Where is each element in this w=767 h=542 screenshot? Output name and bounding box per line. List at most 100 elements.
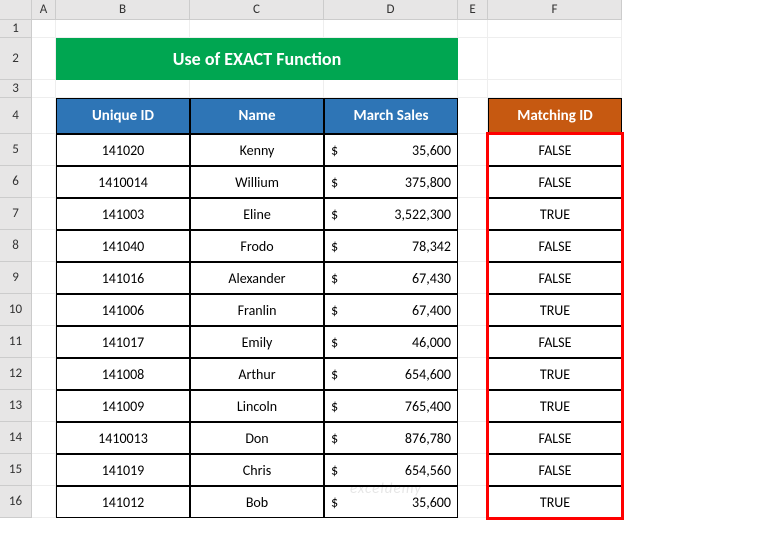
data-cell-match[interactable]: TRUE [488,294,622,326]
data-cell-sales[interactable]: $67,430 [324,262,458,294]
data-cell-name[interactable]: Lincoln [190,390,324,422]
empty-cell[interactable] [458,134,488,166]
data-cell-name[interactable]: Franlin [190,294,324,326]
data-cell-match[interactable]: FALSE [488,422,622,454]
empty-cell[interactable] [32,486,56,518]
data-cell-id[interactable]: 141040 [56,230,190,262]
data-cell-match[interactable]: FALSE [488,230,622,262]
empty-cell[interactable] [324,20,458,38]
empty-cell[interactable] [190,20,324,38]
data-cell-match[interactable]: FALSE [488,166,622,198]
data-cell-sales[interactable]: $67,400 [324,294,458,326]
row-header[interactable]: 15 [0,454,32,486]
empty-cell[interactable] [32,454,56,486]
row-header[interactable]: 6 [0,166,32,198]
data-cell-sales[interactable]: $654,560 [324,454,458,486]
data-cell-id[interactable]: 141003 [56,198,190,230]
data-cell-id[interactable]: 141012 [56,486,190,518]
data-cell-name[interactable]: Alexander [190,262,324,294]
row-header[interactable]: 14 [0,422,32,454]
data-cell-name[interactable]: Chris [190,454,324,486]
data-cell-id[interactable]: 141016 [56,262,190,294]
data-cell-name[interactable]: Bob [190,486,324,518]
data-cell-sales[interactable]: $35,600 [324,134,458,166]
header-march-sales[interactable]: March Sales [324,98,458,134]
empty-cell[interactable] [32,294,56,326]
empty-cell[interactable] [32,262,56,294]
empty-cell[interactable] [458,358,488,390]
data-cell-id[interactable]: 141020 [56,134,190,166]
data-cell-sales[interactable]: $876,780 [324,422,458,454]
data-cell-sales[interactable]: $78,342 [324,230,458,262]
data-cell-match[interactable]: FALSE [488,326,622,358]
data-cell-id[interactable]: 141006 [56,294,190,326]
col-header[interactable]: D [324,0,458,20]
row-header[interactable]: 3 [0,80,32,98]
empty-cell[interactable] [458,230,488,262]
empty-cell[interactable] [32,358,56,390]
empty-cell[interactable] [458,198,488,230]
empty-cell[interactable] [458,262,488,294]
row-header[interactable]: 10 [0,294,32,326]
col-header[interactable]: A [32,0,56,20]
empty-cell[interactable] [32,38,56,80]
data-cell-name[interactable]: Arthur [190,358,324,390]
empty-cell[interactable] [458,454,488,486]
row-header[interactable]: 7 [0,198,32,230]
row-header[interactable]: 11 [0,326,32,358]
empty-cell[interactable] [32,134,56,166]
data-cell-sales[interactable]: $35,600 [324,486,458,518]
row-header[interactable]: 4 [0,98,32,134]
empty-cell[interactable] [458,422,488,454]
data-cell-match[interactable]: TRUE [488,358,622,390]
empty-cell[interactable] [32,80,56,98]
row-header[interactable]: 8 [0,230,32,262]
data-cell-name[interactable]: Frodo [190,230,324,262]
data-cell-id[interactable]: 141008 [56,358,190,390]
empty-cell[interactable] [56,20,190,38]
data-cell-name[interactable]: Eline [190,198,324,230]
empty-cell[interactable] [488,20,622,38]
row-header[interactable]: 2 [0,38,32,80]
empty-cell[interactable] [488,80,622,98]
row-header[interactable]: 5 [0,134,32,166]
data-cell-match[interactable]: TRUE [488,198,622,230]
data-cell-name[interactable]: Emily [190,326,324,358]
data-cell-sales[interactable]: $765,400 [324,390,458,422]
header-unique-id[interactable]: Unique ID [56,98,190,134]
data-cell-sales[interactable]: $3,522,300 [324,198,458,230]
data-cell-id[interactable]: 141019 [56,454,190,486]
col-header[interactable]: E [458,0,488,20]
empty-cell[interactable] [458,166,488,198]
data-cell-name[interactable]: Kenny [190,134,324,166]
empty-cell[interactable] [324,80,458,98]
empty-cell[interactable] [32,198,56,230]
data-cell-name[interactable]: Willium [190,166,324,198]
data-cell-id[interactable]: 1410014 [56,166,190,198]
col-header[interactable]: F [488,0,622,20]
data-cell-sales[interactable]: $46,000 [324,326,458,358]
data-cell-id[interactable]: 1410013 [56,422,190,454]
data-cell-match[interactable]: FALSE [488,262,622,294]
empty-cell[interactable] [458,294,488,326]
empty-cell[interactable] [458,98,488,134]
header-matching-id[interactable]: Matching ID [488,98,622,134]
col-header[interactable]: C [190,0,324,20]
row-header[interactable]: 12 [0,358,32,390]
empty-cell[interactable] [458,38,488,80]
empty-cell[interactable] [458,486,488,518]
col-header[interactable]: B [56,0,190,20]
empty-cell[interactable] [32,326,56,358]
empty-cell[interactable] [32,20,56,38]
empty-cell[interactable] [32,422,56,454]
data-cell-sales[interactable]: $375,800 [324,166,458,198]
data-cell-match[interactable]: FALSE [488,134,622,166]
empty-cell[interactable] [56,80,190,98]
data-cell-id[interactable]: 141017 [56,326,190,358]
row-header[interactable]: 13 [0,390,32,422]
empty-cell[interactable] [32,98,56,134]
empty-cell[interactable] [458,390,488,422]
data-cell-match[interactable]: TRUE [488,486,622,518]
empty-cell[interactable] [488,38,622,80]
data-cell-match[interactable]: TRUE [488,390,622,422]
